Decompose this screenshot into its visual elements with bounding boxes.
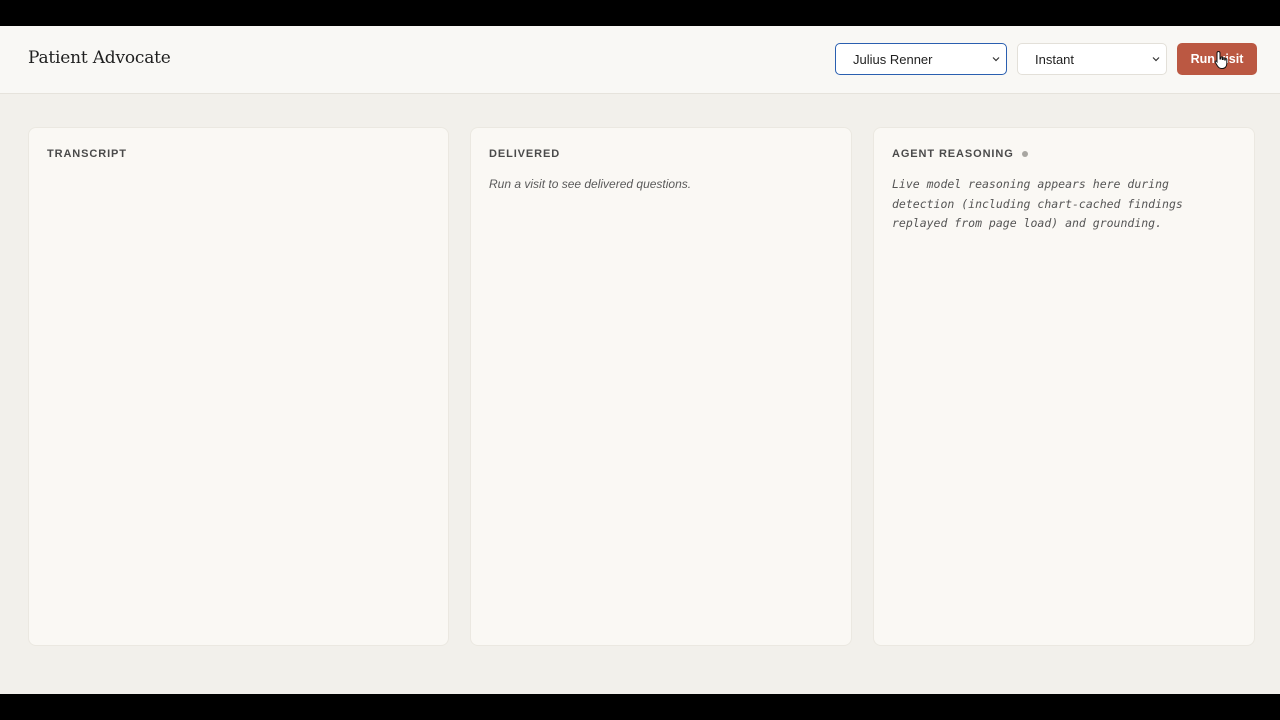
chevron-down-icon <box>992 57 1000 62</box>
chevron-down-icon <box>1152 57 1160 62</box>
agent-reasoning-heading-label: AGENT REASONING <box>892 148 1014 160</box>
delivered-heading: DELIVERED <box>489 148 560 160</box>
header-bar: Patient Advocate Julius Renner Instant R… <box>0 26 1280 94</box>
page-title: Patient Advocate <box>28 48 171 68</box>
patient-select-value: Julius Renner <box>853 51 933 67</box>
status-dot-icon <box>1021 151 1028 157</box>
mode-select-value: Instant <box>1035 51 1075 67</box>
patient-select[interactable]: Julius Renner <box>835 43 1007 75</box>
delivered-heading-label: DELIVERED <box>489 148 561 160</box>
delivered-placeholder: Run a visit to see delivered questions. <box>489 177 692 191</box>
transcript-heading: TRANSCRIPT <box>47 148 127 160</box>
run-visit-button[interactable]: Run visit <box>1177 43 1257 75</box>
mode-select[interactable]: Instant <box>1017 43 1167 75</box>
transcript-heading-label: TRANSCRIPT <box>47 148 127 160</box>
delivered-panel: DELIVERED Run a visit to see delivered q… <box>470 127 852 646</box>
transcript-panel: TRANSCRIPT <box>28 127 449 646</box>
agent-reasoning-panel: AGENT REASONING Live model reasoning app… <box>873 127 1255 646</box>
agent-reasoning-placeholder: Live model reasoning appears here during… <box>892 177 1183 230</box>
app-window: Patient Advocate Julius Renner Instant R… <box>0 26 1280 694</box>
agent-reasoning-heading: AGENT REASONING <box>892 148 1028 160</box>
